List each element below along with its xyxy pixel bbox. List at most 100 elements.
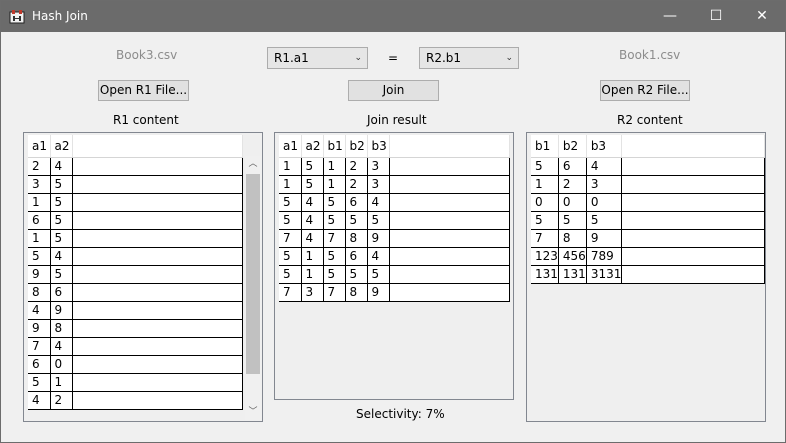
cell-a1[interactable]: 7 [279, 229, 302, 248]
cell-a1[interactable]: 5 [279, 211, 302, 230]
cell-b2[interactable]: 2 [345, 175, 368, 194]
cell-b3[interactable]: 0 [586, 193, 623, 212]
cell-b3[interactable]: 3 [586, 175, 623, 194]
cell-a2[interactable]: 4 [301, 193, 324, 212]
open-r1-file-button[interactable]: Open R1 File... [98, 80, 189, 101]
cell-b3[interactable]: 4 [367, 247, 390, 266]
cell-a1[interactable]: 1 [28, 229, 51, 248]
table-row[interactable]: 54564 [279, 193, 510, 212]
column-header-a1[interactable]: a1 [279, 135, 302, 158]
table-row[interactable]: 73789 [279, 283, 510, 302]
table-row[interactable]: 95 [28, 265, 243, 284]
cell-a2[interactable]: 5 [50, 193, 73, 212]
cell-a2[interactable]: 1 [50, 373, 73, 392]
cell-a2[interactable]: 4 [50, 337, 73, 356]
column-header-b1[interactable]: b1 [323, 135, 346, 158]
cell-b2[interactable]: 8 [345, 229, 368, 248]
table-row[interactable]: 98 [28, 319, 243, 338]
column-header-b2[interactable]: b2 [345, 135, 368, 158]
table-row[interactable]: 15 [28, 193, 243, 212]
table-row[interactable]: 564 [531, 157, 765, 176]
cell-a1[interactable]: 1 [28, 193, 51, 212]
cell-a1[interactable]: 5 [279, 193, 302, 212]
cell-b1[interactable]: 1 [323, 157, 346, 176]
cell-b2[interactable]: 2 [345, 157, 368, 176]
cell-b2[interactable]: 6 [345, 247, 368, 266]
open-r2-file-button[interactable]: Open R2 File... [600, 80, 690, 101]
cell-b2[interactable]: 5 [558, 211, 587, 230]
cell-b3[interactable]: 5 [367, 265, 390, 284]
cell-b2[interactable]: 6 [345, 193, 368, 212]
column-header-a2[interactable]: a2 [301, 135, 324, 158]
maximize-button[interactable]: ☐ [693, 1, 739, 32]
cell-b1[interactable]: 7 [323, 229, 346, 248]
cell-b1[interactable]: 5 [323, 211, 346, 230]
table-row[interactable]: 65 [28, 211, 243, 230]
cell-a2[interactable]: 0 [50, 355, 73, 374]
cell-a2[interactable]: 5 [301, 157, 324, 176]
table-row[interactable]: 86 [28, 283, 243, 302]
cell-a1[interactable]: 4 [28, 301, 51, 320]
cell-a2[interactable]: 5 [50, 229, 73, 248]
column-header-b1[interactable]: b1 [531, 135, 559, 158]
cell-b2[interactable]: 8 [345, 283, 368, 302]
cell-b2[interactable]: 5 [345, 211, 368, 230]
table-row[interactable]: 74789 [279, 229, 510, 248]
cell-a1[interactable]: 7 [279, 283, 302, 302]
cell-b2[interactable]: 5 [345, 265, 368, 284]
r1-scroll-thumb[interactable] [246, 174, 260, 374]
join-result-grid[interactable]: a1 a2 b1 b2 b3 1 5 1 2 3 1 5 1 2 3 5 4 5 6 4 5 4 5 5 5 7 4 7 8 9 5 1 5 6 4… [274, 132, 514, 400]
cell-b1[interactable]: 7 [323, 283, 346, 302]
cell-b3[interactable]: 3 [367, 175, 390, 194]
table-row[interactable]: 74 [28, 337, 243, 356]
table-row[interactable]: 15123 [279, 157, 510, 176]
column-header-a2[interactable]: a2 [50, 135, 73, 158]
cell-a2[interactable]: 2 [50, 391, 73, 410]
cell-b3[interactable]: 3 [367, 157, 390, 176]
cell-a1[interactable]: 6 [28, 355, 51, 374]
cell-a2[interactable]: 1 [301, 265, 324, 284]
r2-grid[interactable]: b1 b2 b3 5 6 4 1 2 3 0 0 0 5 5 5 7 8 9 123 456 789 131 131 3131 [526, 132, 766, 422]
cell-b2[interactable]: 8 [558, 229, 587, 248]
cell-a2[interactable]: 5 [301, 175, 324, 194]
cell-b2[interactable]: 6 [558, 157, 587, 176]
join-button[interactable]: Join [348, 80, 439, 101]
cell-b1[interactable]: 131 [531, 265, 559, 284]
cell-a2[interactable]: 5 [50, 211, 73, 230]
column-header-a1[interactable]: a1 [28, 135, 51, 158]
table-row[interactable]: 42 [28, 391, 243, 410]
cell-b2[interactable]: 0 [558, 193, 587, 212]
cell-a2[interactable]: 4 [50, 157, 73, 176]
cell-a1[interactable]: 5 [28, 247, 51, 266]
cell-a2[interactable]: 5 [50, 175, 73, 194]
r1-column-select[interactable]: R1.a1 ⌄ [267, 47, 368, 69]
cell-b3[interactable]: 3131 [586, 265, 623, 284]
cell-b3[interactable]: 5 [367, 211, 390, 230]
minimize-button[interactable]: — [647, 1, 693, 32]
table-row[interactable]: 54555 [279, 211, 510, 230]
column-header-b3[interactable]: b3 [367, 135, 390, 158]
table-row[interactable]: 131 131 3131 [531, 265, 765, 284]
cell-a1[interactable]: 1 [279, 157, 302, 176]
cell-b1[interactable]: 5 [531, 211, 559, 230]
cell-b1[interactable]: 1 [531, 175, 559, 194]
table-row[interactable]: 60 [28, 355, 243, 374]
close-button[interactable]: ✕ [739, 1, 785, 32]
r1-grid[interactable]: a1 a2 2 4 3 5 1 5 6 5 1 5 5 4 9 5 8 6 4 9 9 8 7 4 6 0 5 1 4 2 ︿ ﹀ [23, 132, 263, 422]
cell-a1[interactable]: 4 [28, 391, 51, 410]
cell-b1[interactable]: 5 [323, 247, 346, 266]
cell-b1[interactable]: 5 [323, 265, 346, 284]
table-row[interactable]: 123 [531, 175, 765, 194]
cell-a1[interactable]: 5 [279, 247, 302, 266]
cell-b2[interactable]: 2 [558, 175, 587, 194]
cell-b1[interactable]: 7 [531, 229, 559, 248]
cell-a1[interactable]: 5 [279, 265, 302, 284]
cell-a1[interactable]: 2 [28, 157, 51, 176]
table-row[interactable]: 000 [531, 193, 765, 212]
cell-a1[interactable]: 6 [28, 211, 51, 230]
cell-a2[interactable]: 8 [50, 319, 73, 338]
scroll-up-icon[interactable]: ︿ [245, 156, 261, 172]
table-row[interactable]: 49 [28, 301, 243, 320]
cell-a1[interactable]: 9 [28, 265, 51, 284]
r1-scrollbar[interactable]: ︿ ﹀ [245, 156, 261, 420]
